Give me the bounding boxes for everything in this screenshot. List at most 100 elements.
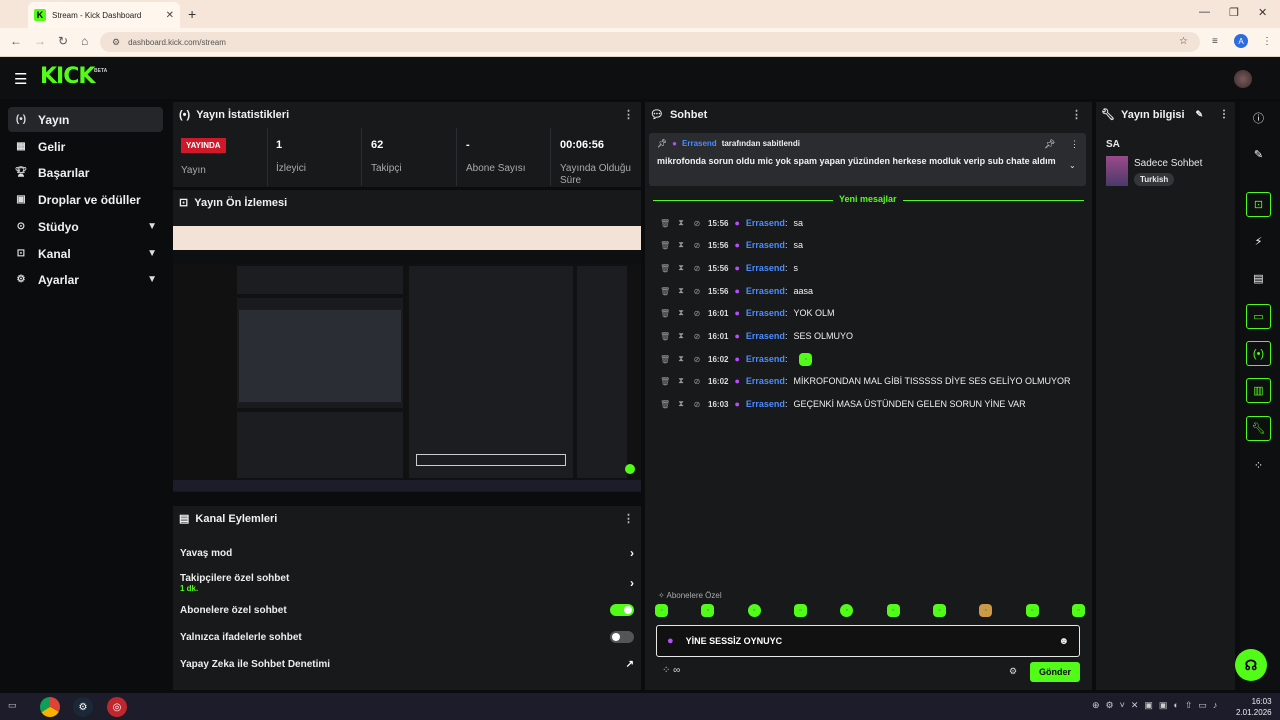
message-username[interactable]: Errasend — [746, 240, 785, 250]
chrome-icon[interactable] — [40, 697, 60, 717]
back-icon[interactable]: ← — [10, 34, 22, 48]
timeout-icon[interactable]: ⧗ — [676, 354, 686, 364]
maximize-icon[interactable]: ❐ — [1229, 6, 1239, 19]
timeout-icon[interactable]: ⧗ — [676, 331, 686, 341]
emote-icon[interactable]: ▫ — [747, 604, 761, 617]
reload-icon[interactable]: ↻ — [58, 34, 68, 48]
emote-icon[interactable]: ▫ — [1071, 604, 1085, 617]
sidebar-item-yayin[interactable]: (•) Yayın — [8, 107, 163, 132]
more-options-icon[interactable]: ⋮ — [623, 108, 634, 121]
edit-icon[interactable]: ✎ — [1246, 142, 1271, 167]
steam-icon[interactable]: ⚙ — [73, 697, 93, 717]
ban-icon[interactable]: ⊘ — [692, 355, 702, 364]
system-tray-icons[interactable]: ⊕⚙˅✕▣▣◐⇧▭♪ — [1092, 700, 1223, 711]
delete-icon[interactable]: 🗑︎ — [660, 332, 670, 341]
sidebar-item-kanal[interactable]: ⊡ Kanal ▼ — [8, 241, 163, 266]
timeout-icon[interactable]: ⧗ — [676, 240, 686, 250]
timeout-icon[interactable]: ⧗ — [676, 263, 686, 273]
new-tab-icon[interactable]: + — [188, 6, 196, 22]
emote-icon[interactable]: ▫ — [979, 604, 993, 617]
minimize-icon[interactable]: — — [1199, 6, 1210, 18]
delete-icon[interactable]: 🗑︎ — [660, 287, 670, 296]
more-options-icon[interactable]: ⋮ — [1219, 109, 1229, 120]
message-username[interactable]: Errasend — [746, 218, 785, 228]
taskbar-clock[interactable]: 16:03 2.01.2026 — [1236, 696, 1272, 718]
lightning-icon[interactable]: ⚡︎ — [1246, 229, 1271, 254]
sidebar-item-studyo[interactable]: ⊙ Stüdyo ▼ — [8, 214, 163, 239]
obs-icon[interactable]: ◎ — [107, 697, 127, 717]
delete-icon[interactable]: 🗑︎ — [660, 355, 670, 364]
unpin-icon[interactable]: 📌︎ — [1044, 139, 1055, 150]
wrench-icon[interactable]: 🔧︎ — [1246, 416, 1271, 441]
emote-icon[interactable]: ▫ — [932, 604, 946, 617]
sidebar-item-ayarlar[interactable]: ⚙ Ayarlar ▼ — [8, 267, 163, 292]
window-close-icon[interactable]: ✕ — [1258, 6, 1267, 19]
timeout-icon[interactable]: ⧗ — [676, 399, 686, 409]
bookmark-star-icon[interactable]: ☆ — [1179, 36, 1188, 47]
document-icon[interactable]: ▤ — [1246, 266, 1271, 291]
edit-icon[interactable]: ✎ — [1195, 109, 1203, 120]
sidebar-item-basarilar[interactable]: 🏆︎ Başarılar — [8, 160, 163, 185]
emote-menu-icon[interactable]: ⁘ ∞ — [662, 665, 680, 676]
ban-icon[interactable]: ⊘ — [692, 377, 702, 386]
emote-only-toggle[interactable] — [610, 631, 634, 643]
chat-icon[interactable]: ▭ — [1246, 304, 1271, 329]
message-username[interactable]: Errasend — [746, 354, 785, 364]
emote-icon[interactable]: ▫ — [840, 604, 854, 617]
actions-icon[interactable]: ▥ — [1246, 378, 1271, 403]
forward-icon[interactable]: → — [34, 34, 46, 48]
site-info-icon[interactable]: ⚙ — [112, 37, 120, 48]
message-username[interactable]: Errasend — [746, 399, 785, 409]
delete-icon[interactable]: 🗑︎ — [660, 377, 670, 386]
ban-icon[interactable]: ⊘ — [692, 287, 702, 296]
message-username[interactable]: Errasend — [746, 376, 785, 386]
delete-icon[interactable]: 🗑︎ — [660, 241, 670, 250]
timeout-icon[interactable]: ⧗ — [676, 286, 686, 296]
browser-tab[interactable]: K Stream - Kick Dashboard ✕ — [28, 2, 180, 28]
emote-icon[interactable]: ▫ — [793, 604, 807, 617]
emote-icon[interactable]: ▫ — [655, 604, 668, 617]
ban-icon[interactable]: ⊘ — [692, 264, 702, 273]
emote-icon[interactable]: ▫ — [886, 604, 900, 617]
pinned-user[interactable]: Errasend — [682, 139, 717, 148]
menu-icon[interactable]: ☰ — [14, 70, 27, 88]
browser-menu-icon[interactable]: ⋮ — [1262, 36, 1272, 47]
start-icon[interactable]: ▭ — [8, 700, 17, 711]
widgets-icon[interactable]: ⁘ — [1246, 453, 1271, 478]
sidebar-item-droplar[interactable]: ▣ Droplar ve ödüller — [8, 187, 163, 212]
sidebar-item-gelir[interactable]: ▦ Gelir — [8, 134, 163, 159]
category-thumbnail[interactable] — [1106, 156, 1128, 186]
chat-input[interactable]: ● YİNE SESSİZ OYNUYC ☻ — [656, 625, 1080, 657]
delete-icon[interactable]: 🗑︎ — [660, 219, 670, 228]
broadcast-icon[interactable]: (•) — [1246, 341, 1271, 366]
media-icon[interactable]: ≡ — [1212, 36, 1218, 47]
timeout-icon[interactable]: ⧗ — [676, 218, 686, 228]
message-username[interactable]: Errasend — [746, 263, 785, 273]
followers-only-row[interactable]: Takipçilere özel sohbet 1 dk. › — [180, 571, 634, 595]
subscribers-only-toggle[interactable] — [610, 604, 634, 616]
preview-icon[interactable]: ⊡ — [1246, 192, 1271, 217]
kick-logo[interactable]: KICK — [40, 64, 95, 89]
home-icon[interactable]: ⌂ — [81, 34, 88, 48]
profile-avatar[interactable]: A — [1234, 34, 1248, 48]
ai-moderation-row[interactable]: Yapay Zeka ile Sohbet Denetimi ↗ — [180, 656, 634, 672]
delete-icon[interactable]: 🗑︎ — [660, 400, 670, 409]
ban-icon[interactable]: ⊘ — [692, 332, 702, 341]
chevron-down-icon[interactable]: ⌄ — [1069, 161, 1076, 170]
timeout-icon[interactable]: ⧗ — [676, 308, 686, 318]
address-bar[interactable]: ⚙ dashboard.kick.com/stream — [100, 32, 1200, 52]
more-options-icon[interactable]: ⋮ — [1070, 139, 1079, 150]
chat-settings-icon[interactable]: ⚙ — [1009, 666, 1017, 677]
ban-icon[interactable]: ⊘ — [692, 219, 702, 228]
ban-icon[interactable]: ⊘ — [692, 309, 702, 318]
message-username[interactable]: Errasend — [746, 331, 785, 341]
close-tab-icon[interactable]: ✕ — [166, 10, 174, 21]
timeout-icon[interactable]: ⧗ — [676, 376, 686, 386]
message-username[interactable]: Errasend — [746, 286, 785, 296]
ban-icon[interactable]: ⊘ — [692, 400, 702, 409]
emote-icon[interactable]: ▫ — [701, 604, 715, 617]
delete-icon[interactable]: 🗑︎ — [660, 264, 670, 273]
delete-icon[interactable]: 🗑︎ — [660, 309, 670, 318]
slow-mode-row[interactable]: Yavaş mod › — [180, 545, 634, 561]
send-button[interactable]: Gönder — [1030, 662, 1080, 682]
